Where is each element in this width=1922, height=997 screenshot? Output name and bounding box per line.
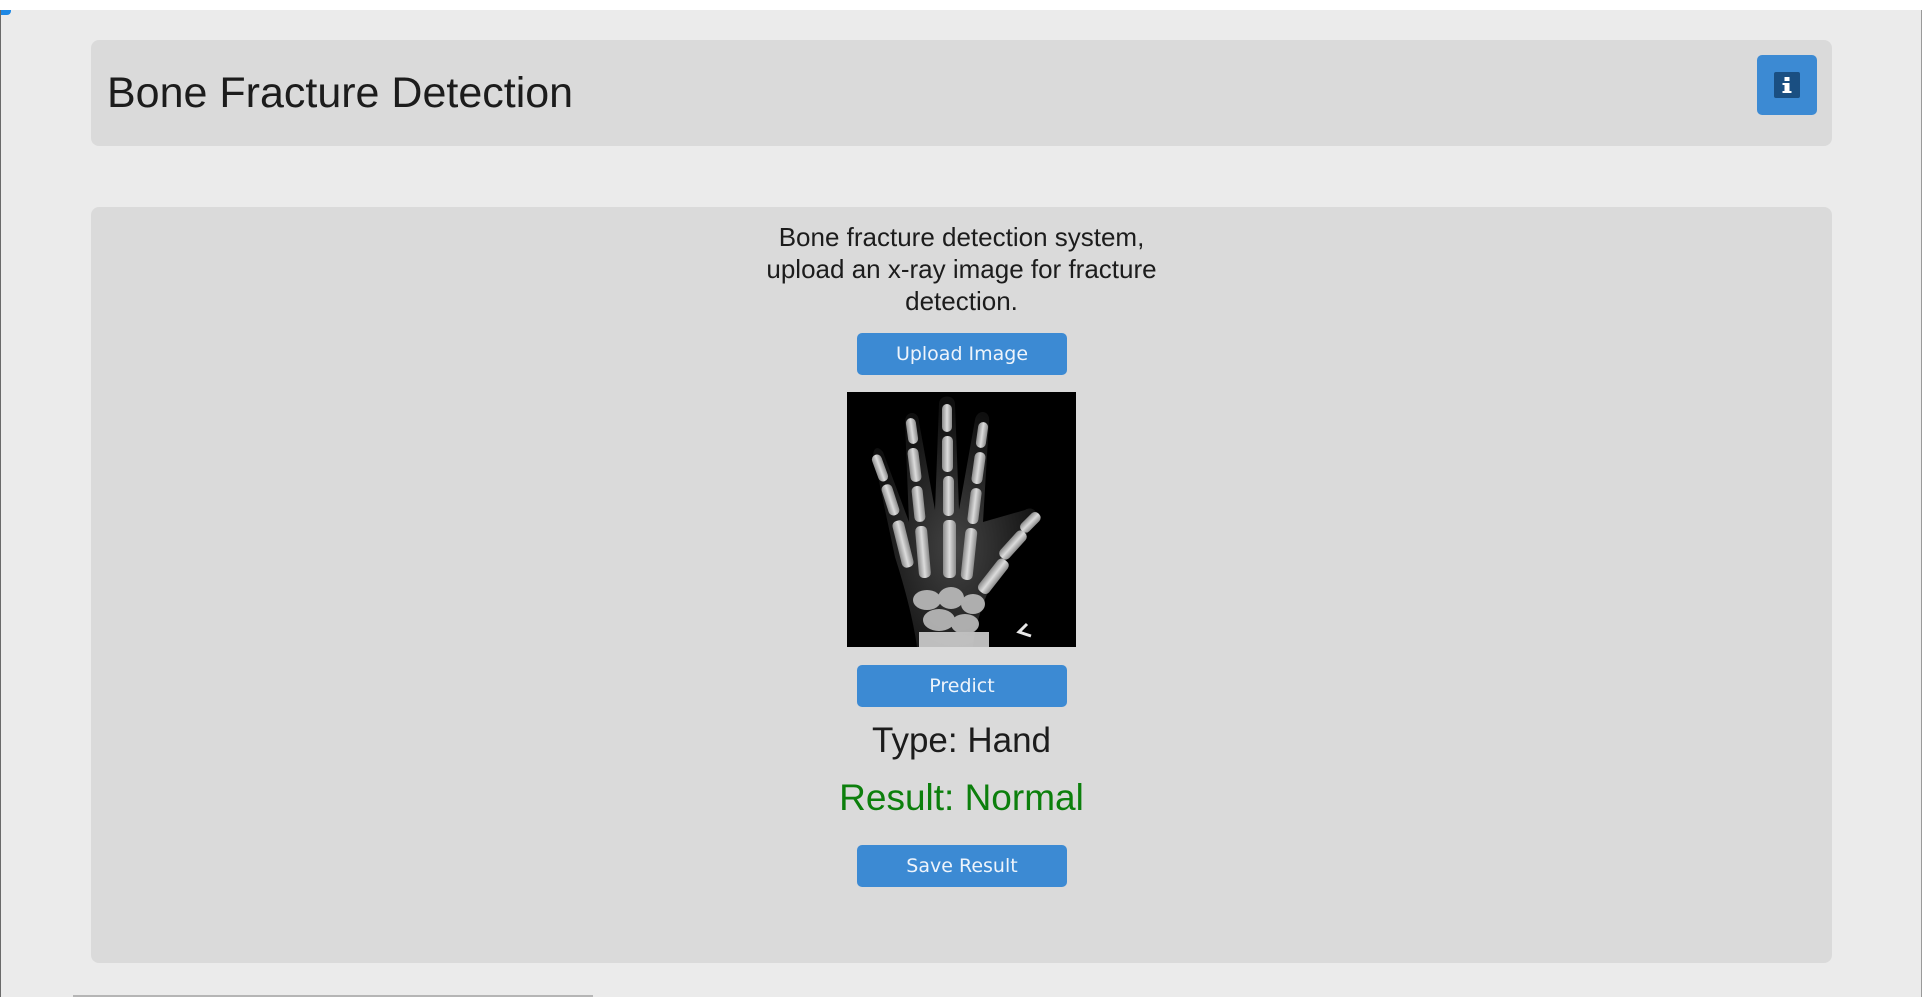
window-corner-icon bbox=[1, 10, 11, 15]
info-icon bbox=[1774, 72, 1800, 98]
predict-button[interactable]: Predict bbox=[857, 665, 1067, 707]
app-window: Bone Fracture Detection Bone fracture de… bbox=[0, 10, 1922, 997]
type-result-text: Type: Hand bbox=[872, 721, 1051, 760]
header-panel: Bone Fracture Detection bbox=[91, 40, 1832, 146]
description-text: Bone fracture detection system, upload a… bbox=[766, 222, 1157, 316]
info-button[interactable] bbox=[1757, 55, 1817, 115]
xray-image bbox=[847, 392, 1076, 647]
main-panel: Bone fracture detection system, upload a… bbox=[91, 207, 1832, 963]
page-title: Bone Fracture Detection bbox=[107, 69, 574, 117]
prediction-result-text: Result: Normal bbox=[839, 777, 1084, 818]
upload-image-button[interactable]: Upload Image bbox=[857, 333, 1067, 375]
save-result-button[interactable]: Save Result bbox=[857, 845, 1067, 887]
